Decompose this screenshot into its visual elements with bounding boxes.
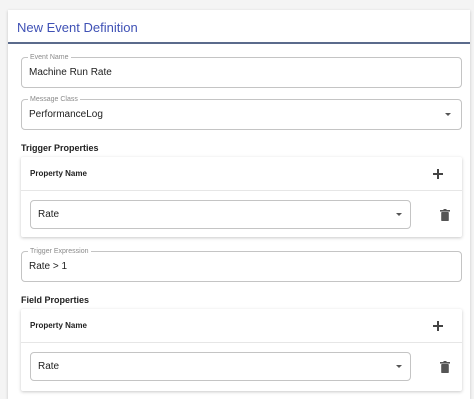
dialog-title: New Event Definition — [17, 20, 138, 35]
event-definition-card: New Event Definition Event Name Machine … — [8, 10, 470, 399]
message-class-select[interactable]: Message Class PerformanceLog — [21, 95, 462, 130]
caret-down-icon — [445, 113, 451, 116]
property-name-column-header: Property Name — [30, 321, 87, 330]
trigger-properties-title: Trigger Properties — [21, 143, 99, 153]
trigger-expression-field[interactable]: Trigger Expression Rate > 1 — [21, 247, 462, 282]
caret-down-icon — [396, 365, 402, 368]
trigger-expression-value: Rate > 1 — [29, 261, 68, 272]
field-property-value: Rate — [38, 361, 60, 372]
plus-icon[interactable] — [429, 165, 447, 183]
trigger-property-value: Rate — [38, 209, 60, 220]
trash-icon[interactable] — [440, 209, 450, 221]
trash-icon[interactable] — [440, 361, 450, 373]
message-class-label: Message Class — [28, 95, 80, 104]
message-class-value: PerformanceLog — [29, 109, 103, 120]
field-properties-panel: Property Name Rate — [21, 309, 462, 391]
event-name-label: Event Name — [28, 53, 71, 62]
field-property-select[interactable]: Rate — [30, 352, 411, 381]
dialog-header: New Event Definition — [8, 10, 470, 44]
plus-icon[interactable] — [429, 317, 447, 335]
trigger-properties-panel: Property Name Rate — [21, 157, 462, 237]
field-properties-title: Field Properties — [21, 295, 90, 305]
event-name-value: Machine Run Rate — [29, 67, 112, 78]
event-name-field[interactable]: Event Name Machine Run Rate — [21, 53, 462, 88]
property-name-column-header: Property Name — [30, 169, 87, 178]
trigger-expression-label: Trigger Expression — [28, 247, 91, 256]
trigger-properties-header: Property Name — [21, 157, 462, 191]
field-properties-header: Property Name — [21, 309, 462, 343]
caret-down-icon — [396, 213, 402, 216]
trigger-property-select[interactable]: Rate — [30, 200, 411, 229]
